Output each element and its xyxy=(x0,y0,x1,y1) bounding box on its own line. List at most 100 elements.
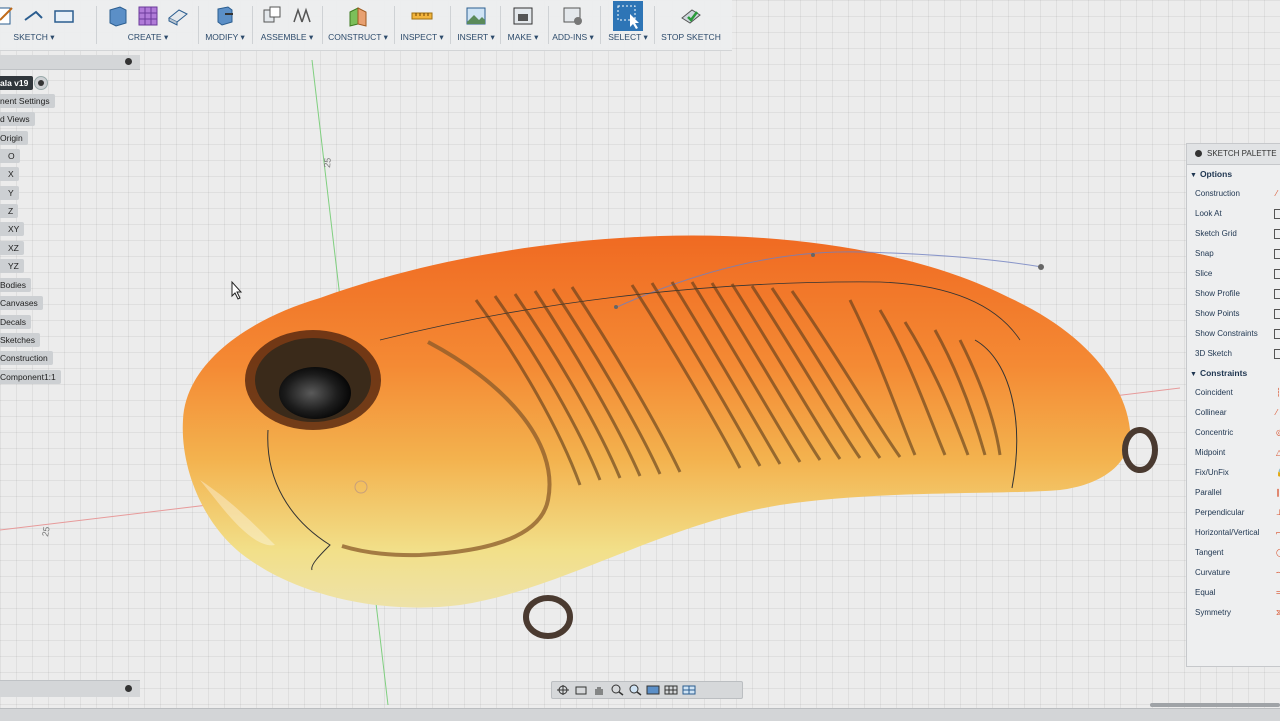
browser-node-z[interactable]: Z xyxy=(0,204,19,218)
browser-node-xy[interactable]: XY xyxy=(0,222,25,236)
browser-node-xz[interactable]: XZ xyxy=(0,241,24,255)
option-construction[interactable]: Construction xyxy=(1195,189,1240,198)
zoom-icon[interactable] xyxy=(610,684,624,696)
browser-node-o[interactable]: O xyxy=(0,149,20,163)
palette-pin-icon[interactable] xyxy=(1195,150,1202,157)
constraint-coincident[interactable]: Coincident xyxy=(1195,388,1233,397)
slice-checkbox[interactable] xyxy=(1274,269,1280,279)
new-component-icon[interactable] xyxy=(260,4,284,28)
constraint-horizontal-vertical[interactable]: Horizontal/Vertical xyxy=(1195,528,1259,537)
box-icon[interactable] xyxy=(166,4,190,28)
joint-icon[interactable] xyxy=(290,4,314,28)
browser-node-sketches[interactable]: Sketches xyxy=(0,333,40,347)
option-show-points[interactable]: Show Points xyxy=(1195,309,1239,318)
timeline-scrollbar[interactable] xyxy=(1150,703,1280,707)
construct-tool-group[interactable]: CONSTRUCT ▾ xyxy=(326,0,390,50)
panel-pin-icon[interactable] xyxy=(125,685,132,692)
snap-checkbox[interactable] xyxy=(1274,249,1280,259)
show-points-checkbox[interactable] xyxy=(1274,309,1280,319)
show-constraints-checkbox[interactable] xyxy=(1274,329,1280,339)
constraint-parallel[interactable]: Parallel xyxy=(1195,488,1222,497)
orbit-icon[interactable] xyxy=(556,684,570,696)
option-show-constraints[interactable]: Show Constraints xyxy=(1195,329,1258,338)
horizontal-vertical-icon[interactable]: ⌐ xyxy=(1276,528,1280,537)
sketch-grid-checkbox[interactable] xyxy=(1274,229,1280,239)
constraint-fix-unfix[interactable]: Fix/UnFix xyxy=(1195,468,1229,477)
curvature-icon[interactable]: ⁓ xyxy=(1276,568,1280,577)
concentric-icon[interactable]: ◎ xyxy=(1276,428,1280,437)
palette-header[interactable]: SKETCH PALETTE xyxy=(1187,144,1280,165)
create-tool-group[interactable]: CREATE ▾ xyxy=(100,0,196,50)
stop-sketch-icon[interactable] xyxy=(679,4,703,28)
tangent-icon[interactable]: ◯ xyxy=(1276,548,1280,557)
select-tool-group[interactable]: SELECT ▾ xyxy=(604,0,652,50)
fix-icon[interactable]: 🔒 xyxy=(1276,468,1280,477)
browser-node-decals[interactable]: Decals xyxy=(0,315,31,329)
parallel-icon[interactable]: ∥ xyxy=(1276,488,1280,497)
perpendicular-icon[interactable]: ⊥ xyxy=(1276,508,1280,517)
select-icon[interactable] xyxy=(613,1,643,31)
construction-toggle-icon[interactable]: ⁄ xyxy=(1276,189,1280,198)
option-sketch-grid[interactable]: Sketch Grid xyxy=(1195,229,1237,238)
modify-icon[interactable] xyxy=(213,4,237,28)
option-look-at[interactable]: Look At xyxy=(1195,209,1222,218)
comments-panel-header[interactable] xyxy=(0,680,140,697)
constraint-concentric[interactable]: Concentric xyxy=(1195,428,1233,437)
browser-node-bodies[interactable]: Bodies xyxy=(0,278,31,292)
browser-root-node[interactable]: ala v19 xyxy=(0,76,34,90)
symmetry-icon[interactable]: ⧖ xyxy=(1276,608,1280,617)
extrude-icon[interactable] xyxy=(106,4,130,28)
browser-node-component[interactable]: Component1:1 xyxy=(0,370,61,384)
constraint-curvature[interactable]: Curvature xyxy=(1195,568,1230,577)
inspect-tool-group[interactable]: INSPECT ▾ xyxy=(398,0,446,50)
browser-node-y[interactable]: Y xyxy=(0,186,19,200)
constraints-section-header[interactable]: ▼ Constraints xyxy=(1190,368,1247,378)
model-scene[interactable]: 25 25 xyxy=(0,0,1280,720)
stop-sketch-button[interactable]: STOP SKETCH xyxy=(660,0,722,50)
measure-icon[interactable] xyxy=(410,4,434,28)
browser-node-construction[interactable]: Construction xyxy=(0,351,53,365)
panel-pin-icon[interactable] xyxy=(125,58,132,65)
browser-node-x[interactable]: X xyxy=(0,167,19,181)
insert-tool-group[interactable]: INSERT ▾ xyxy=(454,0,498,50)
sketch-create-icon[interactable] xyxy=(0,4,16,28)
timeline-bar[interactable] xyxy=(0,708,1280,721)
browser-node-origin[interactable]: Origin xyxy=(0,131,28,145)
add-ins-tool-group[interactable]: ADD-INS ▾ xyxy=(550,0,596,50)
look-at-icon[interactable] xyxy=(1274,209,1280,219)
zoom-window-icon[interactable] xyxy=(628,684,642,696)
3d-sketch-checkbox[interactable] xyxy=(1274,349,1280,359)
constraint-symmetry[interactable]: Symmetry xyxy=(1195,608,1231,617)
browser-node-yz[interactable]: YZ xyxy=(0,259,24,273)
insert-image-icon[interactable] xyxy=(464,4,488,28)
modify-tool-group[interactable]: MODIFY ▾ xyxy=(200,0,250,50)
collinear-icon[interactable]: ⁄ xyxy=(1276,408,1280,417)
plane-icon[interactable] xyxy=(346,4,370,28)
constraint-perpendicular[interactable]: Perpendicular xyxy=(1195,508,1244,517)
scripts-icon[interactable] xyxy=(561,4,585,28)
constraint-tangent[interactable]: Tangent xyxy=(1195,548,1223,557)
pan-icon[interactable] xyxy=(592,684,606,696)
options-section-header[interactable]: ▼ Options xyxy=(1190,169,1232,179)
equal-icon[interactable]: = xyxy=(1276,588,1280,597)
option-slice[interactable]: Slice xyxy=(1195,269,1212,278)
assemble-tool-group[interactable]: ASSEMBLE ▾ xyxy=(254,0,320,50)
browser-node-canvases[interactable]: Canvases xyxy=(0,296,43,310)
make-tool-group[interactable]: MAKE ▾ xyxy=(502,0,544,50)
option-snap[interactable]: Snap xyxy=(1195,249,1214,258)
browser-node-settings[interactable]: nent Settings xyxy=(0,94,55,108)
form-icon[interactable] xyxy=(136,4,160,28)
constraint-midpoint[interactable]: Midpoint xyxy=(1195,448,1225,457)
browser-node-named-views[interactable]: d Views xyxy=(0,112,35,126)
browser-panel-header[interactable] xyxy=(0,55,140,70)
rectangle-icon[interactable] xyxy=(52,4,76,28)
constraint-collinear[interactable]: Collinear xyxy=(1195,408,1227,417)
coincident-icon[interactable]: ┆ xyxy=(1276,388,1280,397)
display-settings-icon[interactable] xyxy=(646,684,660,696)
option-3d-sketch[interactable]: 3D Sketch xyxy=(1195,349,1232,358)
grid-settings-icon[interactable] xyxy=(664,684,678,696)
3d-print-icon[interactable] xyxy=(511,4,535,28)
constraint-equal[interactable]: Equal xyxy=(1195,588,1215,597)
activate-radio-icon[interactable] xyxy=(34,76,48,90)
option-show-profile[interactable]: Show Profile xyxy=(1195,289,1240,298)
